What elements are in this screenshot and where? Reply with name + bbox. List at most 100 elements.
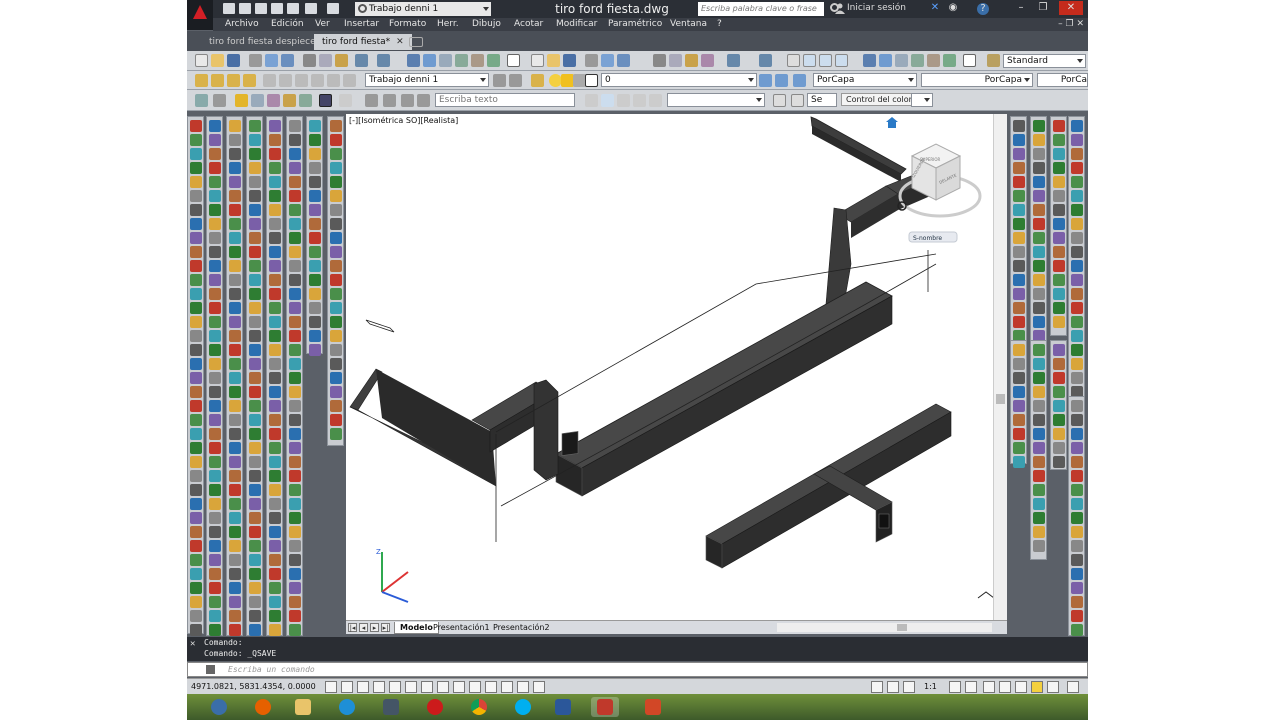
tool-icon[interactable]	[1033, 288, 1045, 300]
tool-icon[interactable]	[190, 372, 202, 384]
tool-icon[interactable]	[1053, 414, 1065, 426]
tool-icon[interactable]	[229, 568, 241, 580]
copy-icon[interactable]	[319, 54, 332, 67]
tool-icon[interactable]	[1071, 512, 1083, 524]
tool-icon[interactable]	[229, 134, 241, 146]
tool-icon[interactable]	[1053, 302, 1065, 314]
tool-icon[interactable]	[229, 148, 241, 160]
tool-icon[interactable]	[209, 554, 221, 566]
markup-icon-2[interactable]	[927, 54, 940, 67]
tool-icon[interactable]	[1071, 148, 1083, 160]
tool-icon[interactable]	[330, 162, 342, 174]
menu-dibujo[interactable]: Dibujo	[472, 19, 501, 29]
undo-icon-2[interactable]	[727, 54, 740, 67]
tool-icon[interactable]	[330, 400, 342, 412]
tool-icon[interactable]	[309, 274, 321, 286]
tool-icon[interactable]	[249, 414, 261, 426]
tool-icon[interactable]	[289, 190, 301, 202]
tool-icon[interactable]	[289, 148, 301, 160]
tool-icon[interactable]	[289, 568, 301, 580]
layer-merge-icon[interactable]	[295, 74, 308, 87]
tool-icon[interactable]	[330, 260, 342, 272]
zoom-icon[interactable]	[601, 94, 614, 107]
walk-icon[interactable]	[649, 94, 662, 107]
tool-icon[interactable]	[249, 232, 261, 244]
tool-icon[interactable]	[249, 372, 261, 384]
last-layout-icon[interactable]: ▸|	[381, 623, 390, 632]
tool-icon[interactable]	[269, 372, 281, 384]
tool-icon[interactable]	[269, 596, 281, 608]
new-icon[interactable]	[195, 54, 208, 67]
pan-icon[interactable]	[787, 54, 800, 67]
quickcalc-icon[interactable]	[943, 54, 956, 67]
taskbar-skype[interactable]	[509, 697, 537, 717]
tool-icon[interactable]	[1053, 358, 1065, 370]
tool-icon[interactable]	[209, 120, 221, 132]
tool-icon[interactable]	[190, 316, 202, 328]
tool-icon[interactable]	[269, 120, 281, 132]
tool-icon[interactable]	[1071, 526, 1083, 538]
tool-icon[interactable]	[1033, 456, 1045, 468]
tool-icon[interactable]	[289, 274, 301, 286]
tool-icon[interactable]	[269, 442, 281, 454]
tool-icon[interactable]	[209, 484, 221, 496]
tool-icon[interactable]	[1071, 218, 1083, 230]
text-style-icon[interactable]	[987, 54, 1000, 67]
camera-icon[interactable]	[339, 94, 352, 107]
tool-icon[interactable]	[289, 134, 301, 146]
tool-icon[interactable]	[289, 344, 301, 356]
tool-icon[interactable]	[229, 526, 241, 538]
tool-icon[interactable]	[229, 232, 241, 244]
tool-icon[interactable]	[1053, 218, 1065, 230]
layer-states-icon[interactable]	[793, 74, 806, 87]
tool-icon[interactable]	[249, 554, 261, 566]
tool-icon[interactable]	[209, 134, 221, 146]
tool-icon[interactable]	[190, 386, 202, 398]
tool-icon[interactable]	[229, 288, 241, 300]
tool-icon[interactable]	[190, 470, 202, 482]
tool-icon[interactable]	[229, 540, 241, 552]
menu-acotar[interactable]: Acotar	[514, 19, 543, 29]
tool-icon[interactable]	[289, 204, 301, 216]
tool-icon[interactable]	[269, 498, 281, 510]
tool-icon[interactable]	[209, 442, 221, 454]
tool-icon[interactable]	[209, 512, 221, 524]
tool-icon[interactable]	[1053, 372, 1065, 384]
tool-icon[interactable]	[330, 288, 342, 300]
tool-icon[interactable]	[1071, 400, 1083, 412]
help-button[interactable]: ?	[977, 3, 989, 15]
vertical-scrollbar[interactable]	[993, 114, 1007, 620]
tool-icon[interactable]	[269, 176, 281, 188]
tool-icon[interactable]	[190, 246, 202, 258]
tool-icon[interactable]	[1071, 120, 1083, 132]
spell-icon[interactable]	[417, 94, 430, 107]
tool-icon[interactable]	[249, 442, 261, 454]
polar-toggle[interactable]	[389, 681, 401, 693]
tool-icon[interactable]	[289, 302, 301, 314]
open-icon[interactable]	[211, 54, 224, 67]
tool-icon[interactable]	[309, 218, 321, 230]
hardware-acceleration-icon[interactable]	[1015, 681, 1027, 693]
layer-state-icon[interactable]	[195, 74, 208, 87]
tool-icon[interactable]	[289, 442, 301, 454]
tool-icon[interactable]	[1033, 260, 1045, 272]
tool-icon[interactable]	[330, 428, 342, 440]
undo-icon[interactable]	[355, 54, 368, 67]
color-combo-mini[interactable]	[911, 93, 933, 107]
tool-icon[interactable]	[209, 274, 221, 286]
tool-icon[interactable]	[209, 316, 221, 328]
tool-icon[interactable]	[289, 162, 301, 174]
tool-icon[interactable]	[1071, 484, 1083, 496]
layer-color-icon[interactable]	[585, 74, 598, 87]
tool-icon[interactable]	[269, 428, 281, 440]
tool-icon[interactable]	[1033, 204, 1045, 216]
tool-icon[interactable]	[249, 358, 261, 370]
tool-icon[interactable]	[289, 596, 301, 608]
tool-icon[interactable]	[229, 162, 241, 174]
tool-icon[interactable]	[1053, 134, 1065, 146]
tool-icon[interactable]	[1053, 204, 1065, 216]
view-icon[interactable]	[213, 94, 226, 107]
layer-match-icon[interactable]	[279, 74, 292, 87]
tool-icon[interactable]	[1033, 120, 1045, 132]
tool-icon[interactable]	[249, 484, 261, 496]
